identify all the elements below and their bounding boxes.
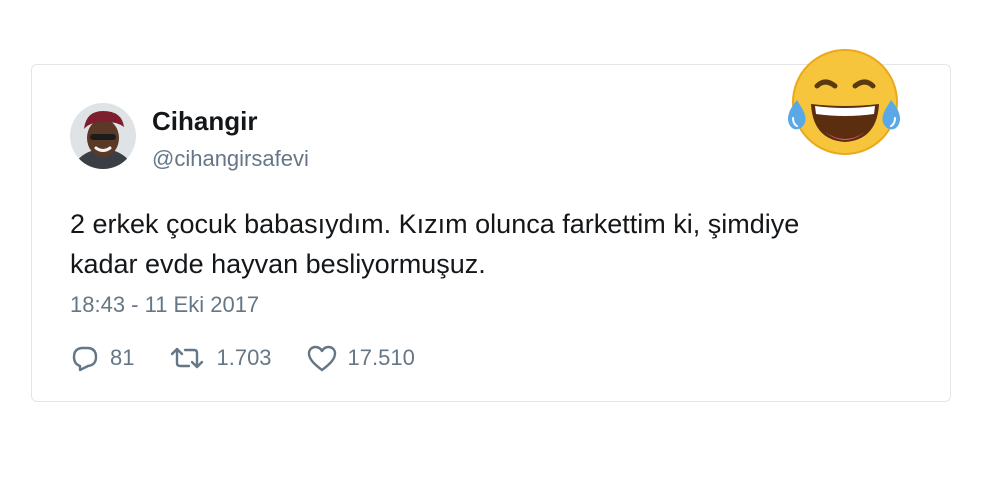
- retweet-icon: [168, 343, 206, 373]
- avatar-image: [70, 103, 136, 169]
- tweet-text: 2 erkek çocuk babasıydım. Kızım olunca f…: [70, 204, 910, 284]
- avatar[interactable]: [70, 103, 136, 169]
- heart-icon: [306, 343, 338, 373]
- reply-icon: [70, 343, 100, 373]
- reply-button[interactable]: 81: [70, 343, 134, 373]
- tweet-text-line: 2 erkek çocuk babasıydım. Kızım olunca f…: [70, 209, 800, 239]
- tweet-screenshot: Cihangir @cihangirsafevi 2 erkek çocuk b…: [0, 0, 996, 498]
- like-count: 17.510: [347, 345, 415, 370]
- tweet-text-line: kadar evde hayvan besliyormuşuz.: [70, 249, 486, 279]
- retweet-count: 1.703: [216, 345, 272, 370]
- user-handle[interactable]: @cihangirsafevi: [152, 146, 309, 172]
- like-button[interactable]: 17.510: [306, 343, 415, 373]
- face-with-tears-of-joy-emoji: [783, 48, 903, 158]
- reply-count: 81: [110, 345, 135, 370]
- tweet-actions: 81 1.703 17.510: [70, 340, 449, 376]
- display-name[interactable]: Cihangir: [152, 106, 257, 137]
- retweet-button[interactable]: 1.703: [168, 343, 272, 373]
- tweet-timestamp[interactable]: 18:43 - 11 Eki 2017: [70, 292, 259, 318]
